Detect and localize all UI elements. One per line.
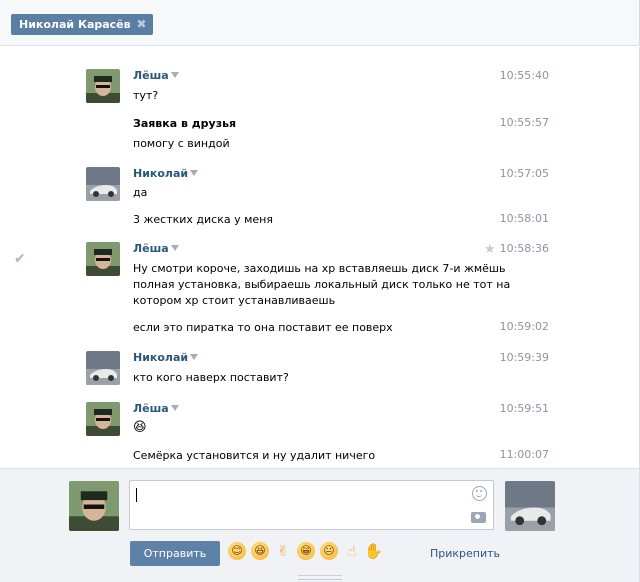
emoji-smile-icon[interactable]: 😊 — [228, 542, 246, 560]
author-name: Лёша — [133, 242, 169, 255]
resize-grip[interactable] — [298, 575, 342, 580]
my-avatar[interactable] — [69, 481, 119, 531]
avatar-lesha[interactable] — [86, 69, 120, 103]
avatar-nikolai[interactable] — [86, 351, 120, 385]
chevron-down-icon[interactable] — [170, 72, 179, 78]
chat-header: Николай Карасёв ✖ — [0, 0, 640, 46]
message-text: Семёрка установится и ну удалит ничего — [133, 449, 376, 462]
message-text: да — [133, 186, 148, 199]
message-text: если это пиратка то она поставит ее пове… — [133, 321, 393, 334]
message-time: 10:57:05 — [499, 167, 549, 180]
smile-icon[interactable] — [472, 486, 487, 501]
message-author[interactable]: Лёша — [133, 69, 179, 82]
avatar-nikolai[interactable] — [86, 167, 120, 201]
send-button[interactable]: Отправить — [130, 541, 220, 566]
message-time: 10:58:01 — [499, 212, 549, 225]
message-composer: Отправить 😊 😆 ✌ 😁 😐 ☝ ✋ Прикрепить — [0, 468, 640, 582]
attach-link[interactable]: Прикрепить — [430, 547, 500, 560]
message-author[interactable]: Лёша — [133, 402, 179, 415]
message-time: 10:59:02 — [499, 320, 549, 333]
conversation-tab-label: Николай Карасёв — [19, 18, 131, 31]
message-time: 10:59:51 — [499, 402, 549, 415]
laughing-emoji-icon: 😆 — [133, 420, 147, 435]
message-author[interactable]: Николай — [133, 351, 199, 364]
avatar-lesha[interactable] — [86, 402, 120, 436]
chevron-down-icon[interactable] — [170, 405, 179, 411]
recipient-avatar[interactable] — [505, 481, 555, 531]
emoji-laugh-icon[interactable]: 😆 — [251, 542, 269, 560]
message-text: 3 жестких диска у меня — [133, 213, 273, 226]
message-history[interactable]: Лёша 10:55:40 тут? Заявка в друзья 10:55… — [0, 47, 640, 468]
check-icon[interactable]: ✔ — [14, 251, 26, 267]
conversation-tab[interactable]: Николай Карасёв ✖ — [11, 14, 153, 35]
message-text-line: Ну смотри короче, заходишь на хр вставля… — [133, 262, 506, 275]
message-text-line: котором хр стоит устанавливаешь — [133, 294, 336, 307]
friend-request-notice: Заявка в друзья — [133, 117, 237, 130]
close-tab-icon[interactable]: ✖ — [137, 14, 147, 35]
chevron-down-icon[interactable] — [190, 170, 199, 176]
text-caret — [136, 488, 137, 502]
message-time: 10:55:57 — [499, 116, 549, 129]
chevron-down-icon[interactable] — [170, 245, 179, 251]
message-author[interactable]: Николай — [133, 167, 199, 180]
message-text: кто кого наверх поставит? — [133, 371, 289, 384]
author-name: Лёша — [133, 402, 169, 415]
message-time: 10:58:36 — [499, 242, 549, 255]
message-input[interactable] — [129, 480, 494, 530]
author-name: Николай — [133, 167, 189, 180]
message-time: 10:55:40 — [499, 69, 549, 82]
camera-icon[interactable] — [471, 512, 486, 523]
author-name: Николай — [133, 351, 189, 364]
chevron-down-icon[interactable] — [190, 354, 199, 360]
message-time: 10:59:39 — [499, 351, 549, 364]
message-text: помогу с виндой — [133, 137, 230, 150]
message-text: тут? — [133, 89, 159, 102]
avatar-lesha[interactable] — [86, 242, 120, 276]
message-time: 11:00:07 — [499, 448, 549, 461]
message-text-line: полная установка, выбираешь локальный ди… — [133, 278, 511, 291]
author-name: Лёша — [133, 69, 169, 82]
emoji-point-up-icon[interactable]: ☝ — [343, 542, 361, 560]
emoji-hand-icon[interactable]: ✋ — [364, 542, 383, 560]
emoji-victory-icon[interactable]: ✌ — [274, 542, 292, 560]
emoji-grin-icon[interactable]: 😁 — [297, 542, 315, 560]
message-author[interactable]: Лёша — [133, 242, 179, 255]
emoji-neutral-icon[interactable]: 😐 — [320, 542, 338, 560]
